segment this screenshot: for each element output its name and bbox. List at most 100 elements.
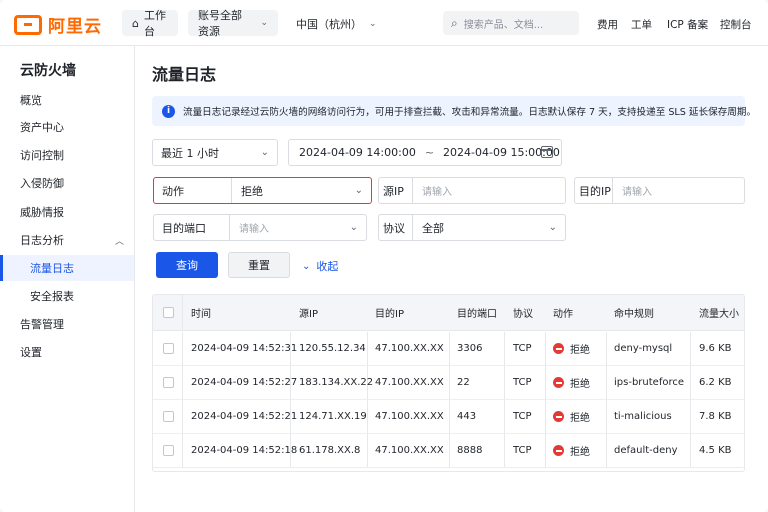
- info-icon: i: [162, 104, 175, 118]
- sidebar-item-access-control[interactable]: 访问控制: [0, 142, 134, 168]
- column-divider: [545, 366, 546, 399]
- row-checkbox[interactable]: [163, 366, 174, 399]
- date-range-picker[interactable]: 2024-04-09 14:00:00 ~ 2024-04-09 15:00:0…: [288, 139, 562, 166]
- row-checkbox[interactable]: [163, 434, 174, 467]
- column-divider: [449, 366, 450, 399]
- column-divider: [449, 332, 450, 365]
- calendar-icon: [541, 146, 553, 158]
- billing-link[interactable]: 费用: [597, 17, 618, 32]
- resource-selector[interactable]: 账号全部资源 ⌄: [188, 9, 278, 38]
- column-divider: [606, 332, 607, 365]
- sidebar-item-settings[interactable]: 设置: [0, 339, 134, 365]
- main-content: 流量日志 i 流量日志记录经过云防火墙的网络访问行为，可用于排查拦截、攻击和异常…: [136, 46, 768, 512]
- search-placeholder: 搜索产品、文档...: [463, 19, 544, 31]
- action-filter[interactable]: 动作 拒绝 ⌄: [153, 177, 372, 204]
- global-search[interactable]: ⌕ 搜索产品、文档...: [443, 11, 579, 35]
- cell-source-ip: 61.178.XX.8: [299, 445, 361, 456]
- row-checkbox[interactable]: [163, 400, 174, 433]
- column-header-time[interactable]: 时间: [191, 295, 211, 330]
- sidebar-item-label: 安全报表: [30, 290, 74, 303]
- console-window: 阿里云 ⌂ 工作台 账号全部资源 ⌄ 中国（杭州） ⌄ ⌕ 搜索产品、文档...…: [0, 0, 768, 512]
- table-row[interactable]: 2024-04-09 14:52:31 120.55.12.34 47.100.…: [153, 332, 744, 366]
- column-divider: [545, 434, 546, 467]
- column-divider: [367, 332, 368, 365]
- resource-selector-label: 账号全部资源: [198, 9, 242, 38]
- sidebar-item-alerts[interactable]: 告警管理: [0, 311, 134, 337]
- column-divider: [504, 434, 505, 467]
- table-row[interactable]: 2024-04-09 14:52:21 124.71.XX.19 47.100.…: [153, 400, 744, 434]
- brand-logo[interactable]: 阿里云: [14, 12, 102, 37]
- column-header-action[interactable]: 动作: [553, 295, 573, 330]
- query-button[interactable]: 查询: [156, 252, 218, 278]
- action-filter-select[interactable]: 拒绝 ⌄: [232, 178, 371, 203]
- column-divider: [449, 400, 450, 433]
- cell-time: 2024-04-09 14:52:27: [191, 377, 298, 388]
- destination-ip-label: 目的IP: [575, 178, 613, 203]
- collapse-toggle[interactable]: ⌄ 收起: [302, 258, 338, 274]
- table-row[interactable]: 2024-04-09 14:52:18 61.178.XX.8 47.100.X…: [153, 434, 744, 468]
- destination-port-input[interactable]: 请输入 ⌄: [230, 215, 366, 240]
- cell-protocol: TCP: [513, 411, 532, 422]
- sidebar-item-threat-intel[interactable]: 威胁情报: [0, 199, 134, 225]
- column-divider: [690, 400, 691, 433]
- source-ip-input[interactable]: 请输入: [413, 178, 565, 203]
- sidebar-item-log-analysis[interactable]: 日志分析 ︿: [0, 227, 134, 253]
- brand-name: 阿里云: [48, 17, 102, 37]
- region-label: 中国（杭州）: [296, 18, 362, 31]
- reset-button[interactable]: 重置: [228, 252, 290, 278]
- workbench-button[interactable]: ⌂ 工作台: [122, 9, 178, 38]
- sidebar-item-label: 入侵防御: [20, 177, 64, 190]
- column-header-destination-ip[interactable]: 目的IP: [375, 295, 404, 330]
- sidebar: 云防火墙 概览 资产中心 访问控制 入侵防御 威胁情报 日志分析 ︿ 流量日志 …: [0, 46, 135, 512]
- destination-ip-filter[interactable]: 目的IP 请输入: [574, 177, 745, 204]
- cell-size: 9.6 KB: [699, 343, 732, 354]
- region-selector[interactable]: 中国（杭州） ⌄: [296, 16, 377, 32]
- column-divider: [182, 295, 183, 330]
- checkbox-icon: [163, 445, 174, 456]
- cell-time: 2024-04-09 14:52:18: [191, 445, 298, 456]
- source-ip-filter[interactable]: 源IP 请输入: [378, 177, 566, 204]
- sidebar-title: 云防火墙: [20, 63, 76, 79]
- sidebar-item-security-report[interactable]: 安全报表: [0, 283, 134, 309]
- sidebar-item-label: 访问控制: [20, 149, 64, 162]
- ticket-link[interactable]: 工单: [631, 17, 652, 32]
- chevron-down-icon: ⌄: [349, 222, 358, 233]
- sidebar-item-overview[interactable]: 概览: [0, 87, 134, 113]
- column-header-destination-port[interactable]: 目的端口: [457, 295, 497, 330]
- protocol-value: 全部: [422, 221, 444, 235]
- cell-action: 拒绝: [553, 366, 590, 399]
- column-divider: [182, 434, 183, 467]
- destination-port-filter[interactable]: 目的端口 请输入 ⌄: [153, 214, 367, 241]
- cell-action: 拒绝: [553, 434, 590, 467]
- column-divider: [690, 332, 691, 365]
- column-header-size[interactable]: 流量大小: [699, 295, 739, 330]
- chevron-down-icon: ⌄: [354, 185, 363, 196]
- destination-ip-input[interactable]: 请输入: [613, 178, 744, 203]
- sidebar-item-intrusion-prevention[interactable]: 入侵防御: [0, 170, 134, 196]
- column-divider: [545, 400, 546, 433]
- notice-text: 流量日志记录经过云防火墙的网络访问行为，可用于排查拦截、攻击和异常流量。日志默认…: [183, 107, 757, 118]
- protocol-select[interactable]: 全部 ⌄: [413, 215, 565, 240]
- action-label: 拒绝: [570, 345, 590, 356]
- column-header-source-ip[interactable]: 源IP: [299, 295, 318, 330]
- chevron-down-icon: ⌄: [260, 147, 269, 158]
- table-row[interactable]: 2024-04-09 14:52:27 183.134.XX.22 47.100…: [153, 366, 744, 400]
- row-checkbox[interactable]: [163, 332, 174, 365]
- protocol-filter[interactable]: 协议 全部 ⌄: [378, 214, 566, 241]
- time-range-select[interactable]: 最近 1 小时 ⌄: [152, 139, 278, 166]
- column-divider: [606, 366, 607, 399]
- source-ip-label: 源IP: [379, 178, 413, 203]
- console-link[interactable]: 控制台: [720, 17, 752, 32]
- collapse-label: 收起: [316, 260, 339, 273]
- sidebar-item-assets[interactable]: 资产中心: [0, 114, 134, 140]
- column-header-protocol[interactable]: 协议: [513, 295, 533, 330]
- sidebar-item-label: 流量日志: [30, 262, 74, 275]
- column-divider: [449, 434, 450, 467]
- icp-link[interactable]: ICP 备案: [667, 17, 708, 32]
- select-all-checkbox[interactable]: [163, 295, 174, 330]
- cell-destination-ip: 47.100.XX.XX: [375, 411, 444, 422]
- sidebar-item-traffic-log[interactable]: 流量日志: [0, 255, 134, 281]
- home-icon: ⌂: [132, 16, 139, 30]
- column-divider: [690, 434, 691, 467]
- column-header-rule[interactable]: 命中规则: [614, 295, 654, 330]
